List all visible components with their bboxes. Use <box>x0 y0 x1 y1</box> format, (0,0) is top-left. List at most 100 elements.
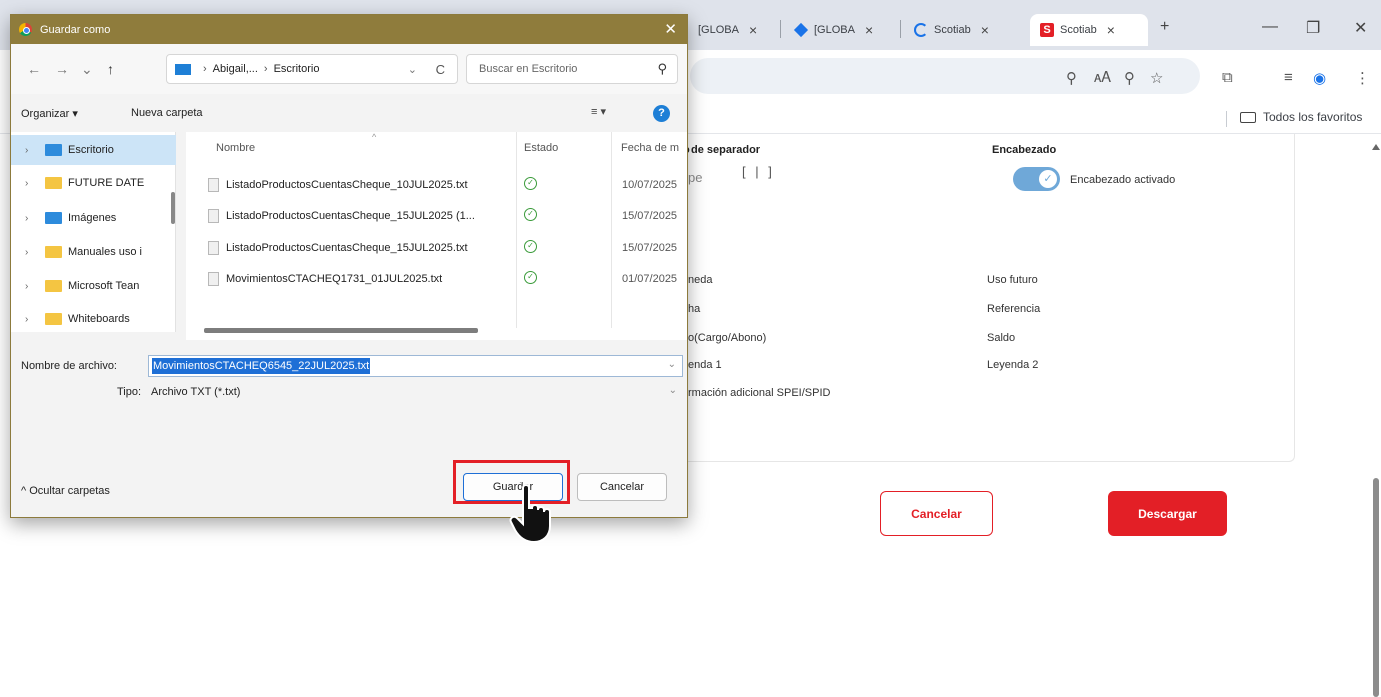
refresh-icon[interactable]: C <box>436 62 445 77</box>
nav-item-future-date[interactable]: › FUTURE DATE <box>11 168 176 198</box>
tab-separator <box>900 20 901 38</box>
folder-icon <box>1240 111 1256 123</box>
dialog-close-icon[interactable]: ✕ <box>664 20 677 38</box>
save-as-dialog: Guardar como ✕ ← → ⌄ ↑ › Abigail,... › E… <box>10 14 688 518</box>
extensions-icon[interactable]: ⧉ <box>1222 69 1233 86</box>
expand-chevron-icon[interactable]: › <box>25 314 45 325</box>
menu-icon[interactable]: ⋮ <box>1355 69 1370 87</box>
synced-check-icon: ✓ <box>524 271 537 284</box>
help-icon[interactable]: ? <box>653 105 670 122</box>
browser-tab-2[interactable]: [GLOBA × <box>793 14 873 46</box>
chevron-down-icon[interactable]: ⌄ <box>408 63 417 76</box>
chrome-icon <box>19 23 32 36</box>
recent-locations-icon[interactable]: ⌄ <box>81 61 93 78</box>
file-list-hscrollbar[interactable] <box>204 328 478 333</box>
header-toggle[interactable]: ✓ <box>1013 167 1060 191</box>
nav-item-imagenes[interactable]: › Imágenes <box>11 203 176 233</box>
file-type-select[interactable]: Archivo TXT (*.txt) ⌄ <box>148 382 683 402</box>
back-arrow-icon[interactable]: ← <box>27 61 41 77</box>
browser-tab-3[interactable]: Scotiab × <box>914 14 989 46</box>
tab-close-icon[interactable]: × <box>981 22 989 38</box>
organize-button[interactable]: Organizar ▾ <box>21 107 78 120</box>
page-cancel-button[interactable]: Cancelar <box>880 491 993 536</box>
expand-chevron-icon[interactable]: › <box>25 145 45 156</box>
file-row[interactable]: ListadoProductosCuentasCheque_10JUL2025.… <box>186 170 687 200</box>
field-right[interactable]: Uso futuro <box>987 274 1038 286</box>
restore-button[interactable]: ❐ <box>1306 18 1320 38</box>
zoom-icon[interactable]: ⚲ <box>1124 69 1135 87</box>
tab-close-icon[interactable]: × <box>749 22 757 38</box>
header-label: Encabezado <box>992 144 1057 156</box>
field-left[interactable]: neda <box>688 274 712 286</box>
new-folder-button[interactable]: Nueva carpeta <box>131 107 203 119</box>
hide-folders-toggle[interactable]: ^ Ocultar carpetas <box>21 485 110 497</box>
new-tab-button[interactable]: + <box>1160 18 1169 36</box>
browser-tab-1[interactable]: [GLOBA × <box>698 14 757 46</box>
file-row[interactable]: ListadoProductosCuentasCheque_15JUL2025 … <box>186 201 687 231</box>
separator-value[interactable]: [ | ] <box>742 164 775 179</box>
tab-label: [GLOBA <box>814 24 855 36</box>
search-input[interactable]: Buscar en Escritorio ⚲ <box>466 54 678 84</box>
filename-input[interactable]: MovimientosCTACHEQ6545_22JUL2025.txt ⌄ <box>148 355 683 377</box>
dialog-titlebar[interactable]: Guardar como ✕ <box>11 15 687 44</box>
expand-chevron-icon[interactable]: › <box>25 213 45 224</box>
file-date: 15/07/2025 <box>622 210 678 222</box>
column-header-name[interactable]: Nombre <box>216 142 255 154</box>
location-icon[interactable]: ⚲ <box>1066 69 1077 87</box>
forward-arrow-icon[interactable]: → <box>55 61 69 77</box>
scroll-up-icon[interactable] <box>1372 144 1380 150</box>
column-header-date[interactable]: Fecha de m <box>621 142 679 154</box>
nav-item-manuales[interactable]: › Manuales uso i <box>11 237 176 267</box>
field-right[interactable]: Referencia <box>987 303 1040 315</box>
file-row[interactable]: ListadoProductosCuentasCheque_15JUL2025.… <box>186 233 687 263</box>
nav-pane-scrollbar[interactable] <box>171 192 175 224</box>
text-file-icon <box>208 272 219 286</box>
tab-close-icon[interactable]: × <box>1107 22 1115 38</box>
star-icon[interactable]: ☆ <box>1150 69 1163 87</box>
bookmarks-folder-label: Todos los favoritos <box>1263 110 1363 124</box>
nav-item-microsoft-teams[interactable]: › Microsoft Tean <box>11 271 176 301</box>
nav-item-label: Whiteboards <box>68 313 130 325</box>
field-right[interactable]: Saldo <box>987 332 1015 344</box>
file-row[interactable]: MovimientosCTACHEQ1731_01JUL2025.txt ✓ 0… <box>186 264 687 294</box>
page-scroll-thumb[interactable] <box>1373 478 1379 697</box>
browser-tab-active[interactable]: S Scotiab × <box>1030 14 1148 46</box>
field-left[interactable]: enda 1 <box>688 359 722 371</box>
expand-chevron-icon[interactable]: › <box>25 247 45 258</box>
field-right[interactable]: Leyenda 2 <box>987 359 1038 371</box>
type-label: Tipo: <box>117 386 142 398</box>
expand-chevron-icon[interactable]: › <box>25 178 45 189</box>
expand-chevron-icon[interactable]: › <box>25 281 45 292</box>
chevron-down-icon[interactable]: ⌄ <box>668 359 676 370</box>
bookmarks-divider <box>1226 111 1227 127</box>
field-left[interactable]: rmación adicional SPEI/SPID <box>688 387 830 399</box>
file-date: 10/07/2025 <box>622 179 678 191</box>
view-options-icon[interactable]: ≡ ▾ <box>591 105 606 118</box>
nav-item-label: Escritorio <box>68 144 114 156</box>
field-left[interactable]: o(Cargo/Abono) <box>688 332 766 344</box>
scotiabank-icon: S <box>1040 23 1054 37</box>
column-header-status[interactable]: Estado <box>524 142 558 154</box>
download-options-card <box>600 134 1295 462</box>
reading-list-icon[interactable]: ≡ <box>1284 69 1293 86</box>
minimize-button[interactable]: — <box>1262 18 1278 36</box>
folder-icon <box>45 177 62 189</box>
breadcrumb-escritorio[interactable]: Escritorio <box>274 63 320 75</box>
profile-icon[interactable]: ◉ <box>1313 69 1326 87</box>
path-breadcrumb[interactable]: › Abigail,... › Escritorio ⌄ C <box>166 54 458 84</box>
window-close-button[interactable]: ✕ <box>1354 18 1367 38</box>
folder-icon <box>45 280 62 292</box>
nav-item-whiteboards[interactable]: › Whiteboards <box>11 304 176 334</box>
tab-close-icon[interactable]: × <box>865 22 873 38</box>
dialog-navigation-row: ← → ⌄ ↑ › Abigail,... › Escritorio ⌄ C B… <box>11 44 687 94</box>
dialog-command-bar: Organizar ▾ Nueva carpeta ≡ ▾ ? <box>11 101 687 131</box>
field-left[interactable]: ha <box>688 303 700 315</box>
up-arrow-icon[interactable]: ↑ <box>107 61 114 77</box>
chevron-down-icon[interactable]: ⌄ <box>669 385 677 396</box>
nav-item-escritorio[interactable]: › Escritorio <box>11 135 176 165</box>
breadcrumb-user[interactable]: Abigail,... <box>213 63 258 75</box>
all-bookmarks-folder[interactable]: Todos los favoritos <box>1240 110 1362 124</box>
download-button[interactable]: Descargar <box>1108 491 1227 536</box>
translate-icon[interactable]: 🗚 <box>1094 69 1111 86</box>
dialog-cancel-button[interactable]: Cancelar <box>577 473 667 501</box>
